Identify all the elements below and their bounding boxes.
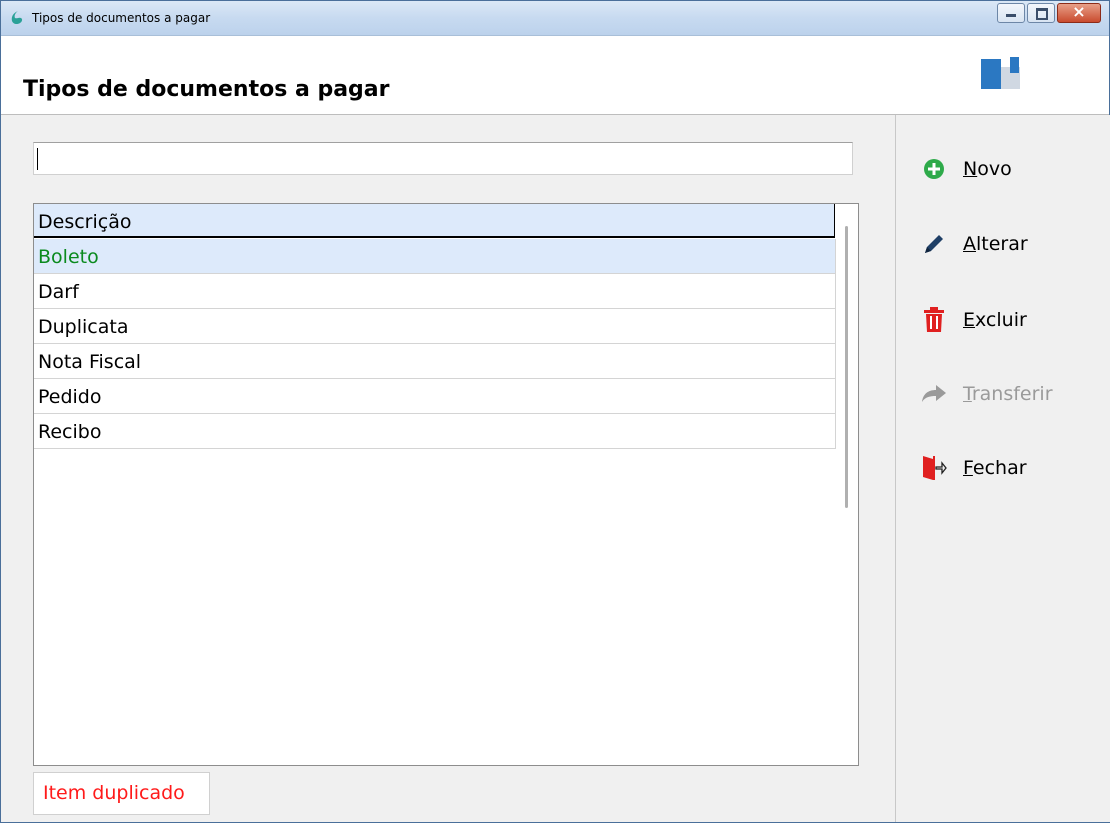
row-label: Nota Fiscal	[38, 351, 142, 373]
maximize-icon	[1036, 8, 1048, 20]
search-input[interactable]	[33, 142, 853, 175]
alterar-label: Alterar	[963, 233, 1028, 255]
vertical-scrollbar[interactable]	[845, 226, 848, 508]
column-header-descricao[interactable]: Descrição	[34, 204, 835, 238]
table-row[interactable]: Pedido	[34, 379, 836, 414]
app-icon	[11, 11, 23, 25]
maximize-button[interactable]	[1027, 3, 1055, 23]
excluir-label: Excluir	[963, 309, 1027, 331]
excluir-button[interactable]: Excluir	[921, 303, 1027, 337]
column-header-label: Descrição	[38, 211, 132, 233]
alterar-button[interactable]: Alterar	[921, 227, 1028, 261]
row-label: Duplicata	[38, 316, 129, 338]
novo-label: Novo	[963, 158, 1012, 180]
page-header: Tipos de documentos a pagar	[1, 36, 1109, 115]
page-title: Tipos de documentos a pagar	[23, 77, 390, 102]
fechar-label: Fechar	[963, 457, 1027, 479]
trash-icon	[921, 307, 947, 333]
minimize-button[interactable]	[997, 3, 1025, 23]
transferir-button[interactable]: Transferir	[921, 377, 1053, 411]
exit-door-icon	[921, 455, 947, 481]
status-text: Item duplicado	[43, 782, 185, 804]
row-label: Boleto	[38, 246, 99, 268]
book-icon[interactable]	[981, 57, 1021, 91]
plus-circle-icon	[921, 156, 947, 182]
table-row[interactable]: Boleto	[34, 239, 836, 274]
minimize-icon	[1006, 14, 1016, 17]
documents-grid[interactable]: Descrição Boleto Darf Duplicata Nota Fis…	[33, 203, 859, 766]
table-row[interactable]: Nota Fiscal	[34, 344, 836, 379]
fechar-button[interactable]: Fechar	[921, 451, 1027, 485]
window-controls: ×	[995, 2, 1101, 25]
close-icon: ×	[1072, 2, 1086, 21]
table-row[interactable]: Darf	[34, 274, 836, 309]
forward-arrow-icon	[921, 381, 947, 407]
status-message: Item duplicado	[33, 772, 210, 815]
text-caret	[37, 148, 38, 170]
pencil-icon	[921, 231, 947, 257]
close-button[interactable]: ×	[1057, 2, 1101, 23]
actions-sidebar: Novo Alterar Excluir Transferir Fechar	[895, 115, 1110, 822]
novo-button[interactable]: Novo	[921, 152, 1012, 186]
table-row[interactable]: Duplicata	[34, 309, 836, 344]
main-window: Tipos de documentos a pagar × Tipos de d…	[0, 0, 1110, 823]
title-bar[interactable]: Tipos de documentos a pagar ×	[1, 1, 1109, 36]
transferir-label: Transferir	[963, 383, 1053, 405]
table-row[interactable]: Recibo	[34, 414, 836, 449]
row-label: Darf	[38, 281, 79, 303]
row-label: Pedido	[38, 386, 102, 408]
window-title: Tipos de documentos a pagar	[32, 11, 211, 25]
content-area: Descrição Boleto Darf Duplicata Nota Fis…	[1, 115, 894, 822]
row-label: Recibo	[38, 421, 102, 443]
